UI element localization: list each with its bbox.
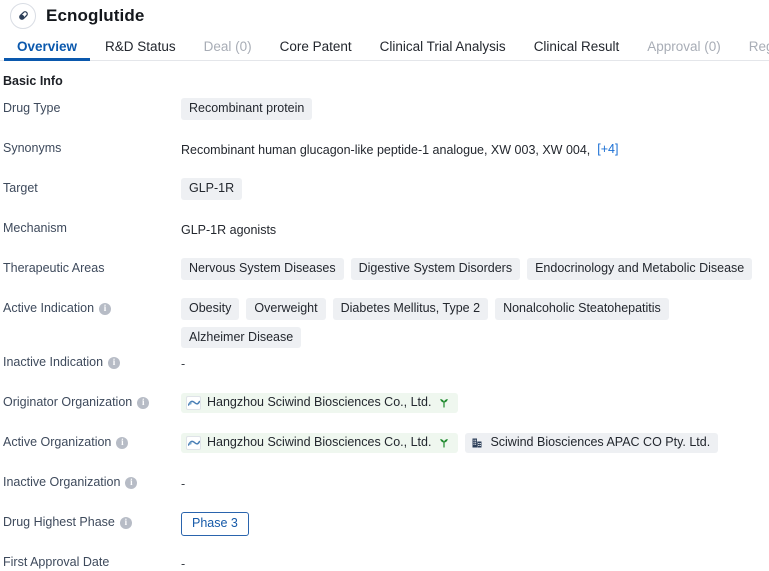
company-logo-icon [186,395,201,410]
tab-approval[interactable]: Approval (0) [633,39,735,61]
label-text: Synonyms [3,141,62,155]
basic-info-section: Basic Info Drug Type Recombinant protein… [0,61,769,571]
tab-bar: Overview R&D Status Deal (0) Core Patent… [0,30,769,61]
row-value-therapeutic-areas: Nervous System Diseases Digestive System… [181,257,769,280]
section-title: Basic Info [3,74,63,88]
synonyms-text: Recombinant human glucagon-like peptide-… [181,142,591,157]
row-drug-highest-phase: Drug Highest Phase i Phase 3 [0,508,769,548]
org-name: Sciwind Biosciences APAC CO Pty. Ltd. [490,435,711,450]
label-text: Drug Type [3,101,61,115]
empty-value: - [181,357,186,371]
org-tag-active-secondary[interactable]: Sciwind Biosciences APAC CO Pty. Ltd. [465,432,719,453]
row-value-drug-type: Recombinant protein [181,97,769,120]
org-tag-active-primary[interactable]: Hangzhou Sciwind Biosciences Co., Ltd. [181,432,459,453]
row-label-therapeutic-areas: Therapeutic Areas [0,257,181,276]
row-label-active-organization: Active Organization i [0,431,181,450]
row-active-indication: Active Indication i Obesity Overweight D… [0,294,769,348]
row-value-synonyms: Recombinant human glucagon-like peptide-… [181,137,769,159]
org-name: Hangzhou Sciwind Biosciences Co., Ltd. [207,435,432,450]
tag-indication[interactable]: Obesity [181,298,240,320]
row-label-first-approval-date: First Approval Date [0,551,181,570]
tag-target[interactable]: GLP-1R [181,178,243,200]
building-icon [470,436,484,450]
mechanism-text: GLP-1R agonists [181,222,277,237]
row-drug-type: Drug Type Recombinant protein [0,94,769,134]
org-tag-originator[interactable]: Hangzhou Sciwind Biosciences Co., Ltd. [181,392,459,413]
tag-indication[interactable]: Diabetes Mellitus, Type 2 [332,298,489,320]
row-label-drug-highest-phase: Drug Highest Phase i [0,511,181,530]
row-label-inactive-indication: Inactive Indication i [0,351,181,370]
label-text: Target [3,181,38,195]
row-label-active-indication: Active Indication i [0,297,181,316]
row-value-originator-organization: Hangzhou Sciwind Biosciences Co., Ltd. [181,391,769,413]
row-label-target: Target [0,177,181,196]
row-inactive-indication: Inactive Indication i - [0,348,769,388]
row-active-organization: Active Organization i Hangzhou Sciwind B… [0,428,769,468]
row-value-drug-highest-phase: Phase 3 [181,511,769,536]
synonyms-more-link[interactable]: [+4] [597,142,618,156]
label-text: Originator Organization [3,395,133,409]
tab-core-patent[interactable]: Core Patent [266,39,366,61]
row-first-approval-date: First Approval Date - [0,548,769,571]
row-value-mechanism: GLP-1R agonists [181,217,769,239]
row-therapeutic-areas: Therapeutic Areas Nervous System Disease… [0,254,769,294]
row-originator-organization: Originator Organization i Hangzhou Sciwi… [0,388,769,428]
row-label-inactive-organization: Inactive Organization i [0,471,181,490]
row-mechanism: Mechanism GLP-1R agonists [0,214,769,254]
label-text: Mechanism [3,221,67,235]
row-value-inactive-organization: - [181,471,769,493]
tab-regulation[interactable]: Regulation (0) [735,39,769,61]
row-label-mechanism: Mechanism [0,217,181,236]
org-name: Hangzhou Sciwind Biosciences Co., Ltd. [207,395,432,410]
status-badge-phase[interactable]: Phase 3 [181,512,249,536]
info-icon[interactable]: i [108,356,121,369]
drug-overview-page: Ecnoglutide Overview R&D Status Deal (0)… [0,0,769,571]
tab-clinical-result[interactable]: Clinical Result [520,39,634,61]
info-icon[interactable]: i [116,436,129,449]
tag-therapeutic-area[interactable]: Digestive System Disorders [350,258,521,280]
tag-drug-type[interactable]: Recombinant protein [181,98,313,120]
tab-deal[interactable]: Deal (0) [190,39,266,61]
row-value-active-indication: Obesity Overweight Diabetes Mellitus, Ty… [181,297,769,348]
label-text: First Approval Date [3,555,110,569]
row-label-synonyms: Synonyms [0,137,181,156]
info-icon[interactable]: i [99,302,112,315]
label-text: Inactive Indication [3,355,104,369]
row-synonyms: Synonyms Recombinant human glucagon-like… [0,134,769,174]
label-text: Active Organization [3,435,112,449]
page-title: Ecnoglutide [46,5,145,25]
row-label-originator-organization: Originator Organization i [0,391,181,410]
row-value-first-approval-date: - [181,551,769,571]
sprout-icon [437,396,450,409]
row-value-target: GLP-1R [181,177,769,200]
label-text: Therapeutic Areas [3,261,105,275]
row-value-active-organization: Hangzhou Sciwind Biosciences Co., Ltd. S… [181,431,769,453]
tag-indication[interactable]: Nonalcoholic Steatohepatitis [495,298,669,320]
label-text: Active Indication [3,301,95,315]
row-inactive-organization: Inactive Organization i - [0,468,769,508]
tag-indication[interactable]: Alzheimer Disease [181,326,302,348]
row-label-drug-type: Drug Type [0,97,181,116]
tag-indication[interactable]: Overweight [246,298,326,320]
tab-overview[interactable]: Overview [3,39,91,61]
info-icon[interactable]: i [125,476,138,489]
info-icon[interactable]: i [137,396,150,409]
sprout-icon [437,436,450,449]
label-text: Inactive Organization [3,475,121,489]
row-value-inactive-indication: - [181,351,769,373]
empty-value: - [181,557,186,571]
tag-therapeutic-area[interactable]: Endocrinology and Metabolic Disease [527,258,753,280]
label-text: Drug Highest Phase [3,515,115,529]
drug-header: Ecnoglutide [0,0,769,30]
company-logo-icon [186,435,201,450]
pill-capsule-icon [10,2,36,29]
tab-clinical-trial-analysis[interactable]: Clinical Trial Analysis [366,39,520,61]
row-target: Target GLP-1R [0,174,769,214]
tab-rd-status[interactable]: R&D Status [91,39,190,61]
empty-value: - [181,477,186,491]
info-icon[interactable]: i [119,516,132,529]
tag-therapeutic-area[interactable]: Nervous System Diseases [181,258,344,280]
